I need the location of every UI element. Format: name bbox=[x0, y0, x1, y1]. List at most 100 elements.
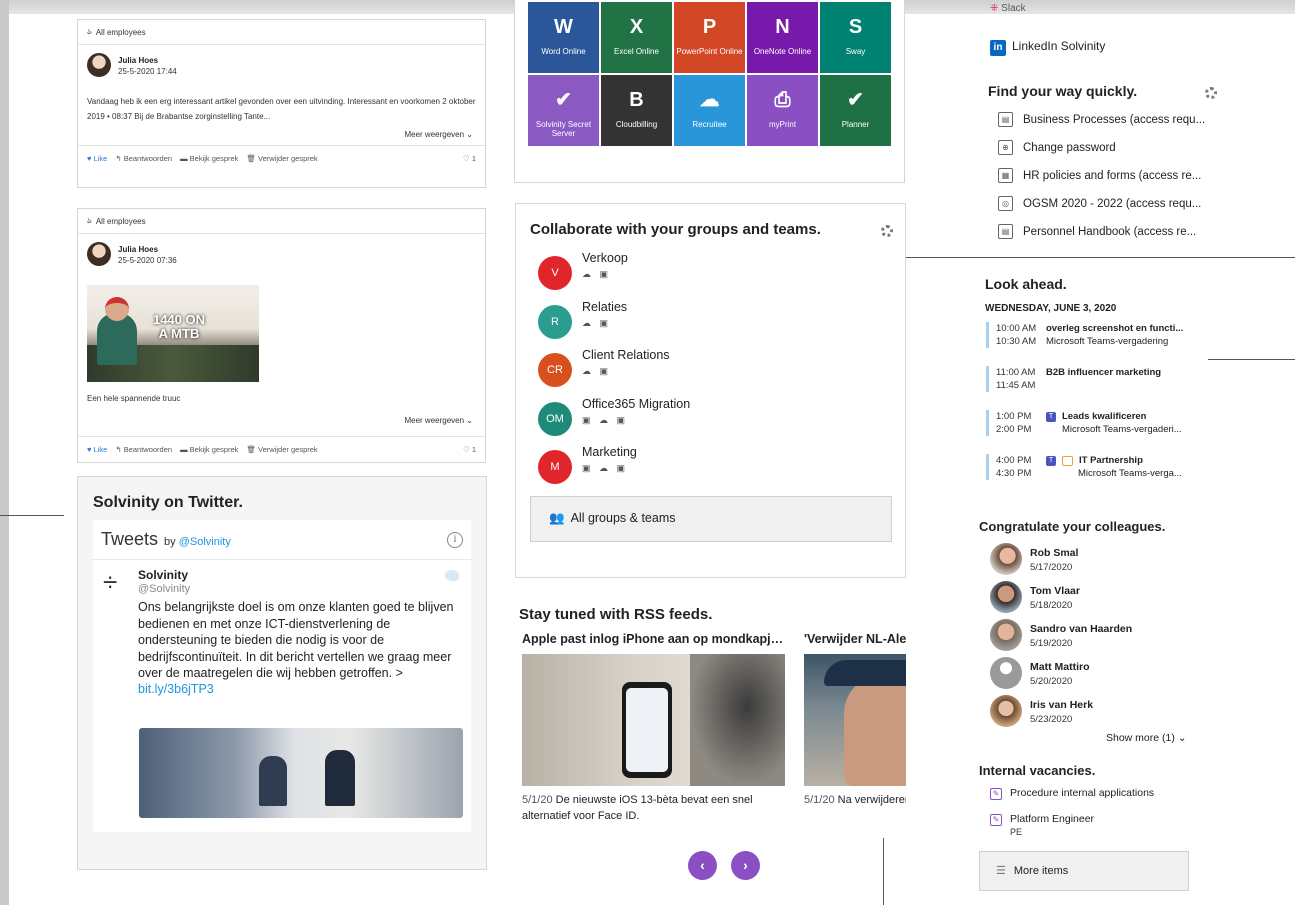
app-tile[interactable]: B Cloudbilling bbox=[601, 75, 672, 146]
app-tile[interactable]: P PowerPoint Online bbox=[674, 2, 745, 73]
colleague-item[interactable]: Tom Vlaar 5/18/2020 bbox=[990, 581, 1080, 615]
previous-button[interactable]: ‹ bbox=[688, 851, 717, 880]
colleague-item[interactable]: Rob Smal 5/17/2020 bbox=[990, 543, 1078, 577]
group-service-icons[interactable]: ☁ ▣ bbox=[582, 318, 611, 329]
calendar-event[interactable]: 4:00 PM T IT Partnership 4:30 PM Microsoft … bbox=[986, 454, 1202, 480]
colleague-name[interactable]: Sandro van Haarden bbox=[1030, 623, 1132, 635]
reply-button[interactable]: ↰ Beantwoorden bbox=[115, 445, 172, 454]
view-conversation-button[interactable]: ▬ Bekijk gesprek bbox=[180, 154, 238, 163]
group-item[interactable]: M Marketing ▣ ☁ ▣ bbox=[538, 445, 878, 484]
group-avatar[interactable]: V bbox=[538, 256, 572, 290]
app-tile[interactable]: X Excel Online bbox=[601, 2, 672, 73]
vacancy-title[interactable]: Platform Engineer bbox=[1010, 813, 1094, 825]
colleague-name[interactable]: Iris van Herk bbox=[1030, 699, 1093, 711]
vacancy-title[interactable]: Procedure internal applications bbox=[1010, 787, 1154, 799]
group-name[interactable]: Marketing bbox=[582, 445, 637, 459]
rss-item-title[interactable]: 'Verwijder NL-Alert' bbox=[804, 632, 906, 646]
calendar-event[interactable]: 11:00 AM B2B influencer marketing 11:45 AM bbox=[986, 366, 1202, 392]
app-tile[interactable]: W Word Online bbox=[528, 2, 599, 73]
group-avatar[interactable]: CR bbox=[538, 353, 572, 387]
quick-link[interactable]: ▦ HR policies and forms (access re... bbox=[998, 168, 1201, 183]
show-more-link[interactable]: Meer weergeven ⌄ bbox=[78, 130, 485, 139]
quick-link[interactable]: ▤ Personnel Handbook (access re... bbox=[998, 224, 1196, 239]
avatar[interactable] bbox=[990, 619, 1022, 651]
app-tile[interactable]: ✔ Solvinity Secret Server bbox=[528, 75, 599, 146]
colleague-item[interactable]: Matt Mattiro 5/20/2020 bbox=[990, 657, 1090, 691]
colleague-item[interactable]: Sandro van Haarden 5/19/2020 bbox=[990, 619, 1132, 653]
group-service-icons[interactable]: ☁ ▣ bbox=[582, 269, 611, 280]
tweet-image[interactable] bbox=[139, 728, 463, 818]
all-groups-button[interactable]: 👥 All groups & teams bbox=[530, 496, 892, 542]
group-avatar[interactable]: M bbox=[538, 450, 572, 484]
app-tile[interactable]: ⎙ myPrint bbox=[747, 75, 818, 146]
gear-icon[interactable] bbox=[881, 225, 893, 237]
view-conversation-button[interactable]: ▬ Bekijk gesprek bbox=[180, 445, 238, 454]
group-service-icons[interactable]: ▣ ☁ ▣ bbox=[582, 463, 628, 474]
group-name[interactable]: Client Relations bbox=[582, 348, 670, 362]
app-tile[interactable]: N OneNote Online bbox=[747, 2, 818, 73]
rss-item-image[interactable] bbox=[804, 654, 906, 786]
rss-item[interactable]: Apple past inlog iPhone aan op mondkapje… bbox=[522, 632, 786, 824]
author-name[interactable]: Julia Hoes bbox=[118, 56, 177, 65]
post-group[interactable]: ঌ All employees bbox=[78, 20, 485, 45]
twitter-timeline[interactable]: Tweets by @Solvinity i ÷ Solvinity @Solv… bbox=[93, 520, 471, 832]
group-name[interactable]: Verkoop bbox=[582, 251, 628, 265]
group-name[interactable]: Office365 Migration bbox=[582, 397, 690, 411]
tweet-author[interactable]: Solvinity bbox=[138, 568, 461, 582]
group-item[interactable]: V Verkoop ☁ ▣ bbox=[538, 251, 878, 290]
group-item[interactable]: R Relaties ☁ ▣ bbox=[538, 300, 878, 339]
avatar[interactable] bbox=[87, 242, 111, 266]
like-button[interactable]: ♥ Like bbox=[87, 445, 107, 454]
group-service-icons[interactable]: ▣ ☁ ▣ bbox=[582, 415, 628, 426]
group-avatar[interactable]: OM bbox=[538, 401, 572, 436]
gear-icon[interactable] bbox=[1205, 87, 1217, 99]
colleague-name[interactable]: Rob Smal bbox=[1030, 547, 1078, 559]
show-more-button[interactable]: Show more (1) ⌄ bbox=[1106, 732, 1187, 744]
colleague-name[interactable]: Tom Vlaar bbox=[1030, 585, 1080, 597]
quick-link[interactable]: ◎ OGSM 2020 - 2022 (access requ... bbox=[998, 196, 1201, 211]
author-name[interactable]: Julia Hoes bbox=[118, 245, 177, 254]
tweet-handle[interactable]: @Solvinity bbox=[138, 583, 461, 595]
delete-conversation-button[interactable]: 🗑 Verwijder gesprek bbox=[246, 154, 317, 163]
group-avatar[interactable]: R bbox=[538, 304, 572, 339]
tweet-link[interactable]: bit.ly/3b6jTP3 bbox=[138, 682, 461, 696]
avatar[interactable] bbox=[990, 581, 1022, 613]
linkedin-link[interactable]: in LinkedIn Solvinity bbox=[990, 39, 1105, 56]
rss-item-title[interactable]: Apple past inlog iPhone aan op mondkapje… bbox=[522, 632, 784, 646]
group-item[interactable]: CR Client Relations ☁ ▣ bbox=[538, 348, 878, 387]
colleague-name[interactable]: Matt Mattiro bbox=[1030, 661, 1090, 673]
quick-link[interactable]: ⊕ Change password bbox=[998, 140, 1116, 155]
vacancy-item[interactable]: ✎ Procedure internal applications bbox=[990, 787, 1154, 801]
group-service-icons[interactable]: ☁ ▣ bbox=[582, 366, 611, 377]
quick-link[interactable]: ▤ Business Processes (access requ... bbox=[998, 112, 1205, 127]
delete-conversation-button[interactable]: 🗑 Verwijder gesprek bbox=[246, 445, 317, 454]
reply-button[interactable]: ↰ Beantwoorden bbox=[115, 154, 172, 163]
colleague-item[interactable]: Iris van Herk 5/23/2020 bbox=[990, 695, 1093, 729]
post-group[interactable]: ঌ All employees bbox=[78, 209, 485, 234]
avatar[interactable] bbox=[990, 543, 1022, 575]
group-item[interactable]: OM Office365 Migration ▣ ☁ ▣ bbox=[538, 397, 878, 436]
post-image[interactable]: 1440 ON A MTB bbox=[87, 285, 259, 382]
show-more-link[interactable]: Meer weergeven ⌄ bbox=[392, 416, 485, 425]
like-button[interactable]: ♥ Like bbox=[87, 154, 107, 163]
slack-link[interactable]: ⁜ Slack bbox=[990, 3, 1026, 14]
avatar[interactable] bbox=[990, 695, 1022, 727]
tweet[interactable]: ÷ Solvinity @Solvinity Ons belangrijkste… bbox=[93, 560, 471, 696]
avatar[interactable] bbox=[87, 53, 111, 77]
vacancy-item[interactable]: ✎ Platform Engineer PE bbox=[990, 813, 1094, 837]
app-tile[interactable]: ✔ Planner bbox=[820, 75, 891, 146]
more-items-button[interactable]: ☰ More items bbox=[979, 851, 1189, 891]
rss-item[interactable]: 'Verwijder NL-Alert' 5/1/20 Na verwijder… bbox=[804, 632, 906, 808]
group-name[interactable]: Relaties bbox=[582, 300, 627, 314]
app-tile[interactable]: S Sway bbox=[820, 2, 891, 73]
avatar[interactable] bbox=[990, 657, 1022, 689]
twitter-bird-icon[interactable] bbox=[445, 570, 459, 581]
app-tile[interactable]: ☁ Recruitee bbox=[674, 75, 745, 146]
calendar-event[interactable]: 1:00 PM T Leads kwalificeren 2:00 PM Micros… bbox=[986, 410, 1202, 436]
info-icon[interactable]: i bbox=[447, 531, 463, 548]
calendar-event[interactable]: 10:00 AM overleg screenshot en functi... 1… bbox=[986, 322, 1202, 348]
event-location: Microsoft Teams-vergaderi... bbox=[1062, 424, 1182, 435]
next-button[interactable]: › bbox=[731, 851, 760, 880]
rss-item-image[interactable] bbox=[522, 654, 785, 786]
profile-link[interactable]: @Solvinity bbox=[179, 536, 231, 548]
